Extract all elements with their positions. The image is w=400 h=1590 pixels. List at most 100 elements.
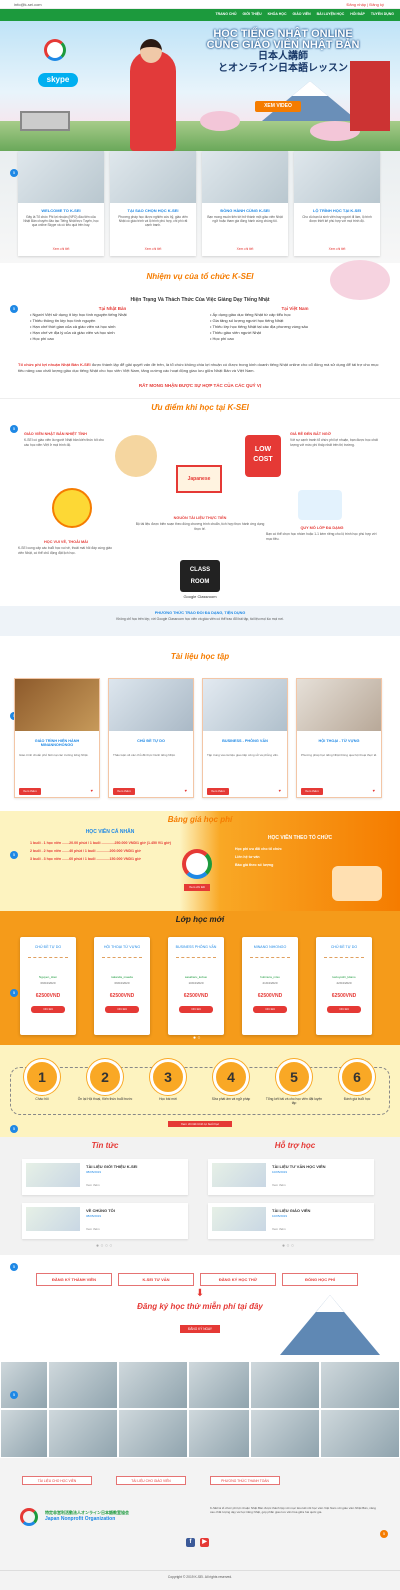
scroll-badge[interactable]: 5 [10,305,18,313]
heart-icon[interactable]: ♥ [373,788,375,793]
scroll-badge[interactable]: 5 [10,169,18,177]
nav-item-teachers[interactable]: GIÁO VIÊN [293,12,311,16]
support-carousel-dots[interactable]: ● ○ ○ [282,1243,294,1249]
pricing-title: Bảng giá học phí [167,815,233,824]
nav-item-faq[interactable]: HỎI ĐÁP [350,12,365,16]
gallery-photo[interactable] [48,1361,118,1409]
class-teacher[interactable]: sasaharu_kobuo [170,975,222,979]
news-more-link[interactable]: Xem thêm [86,1183,100,1187]
news-card[interactable]: TÀI LIỆU GIỚI THIỆU K-SEI 08/05/2019 Xem t… [22,1159,188,1195]
new-classes-section: Lớp học mới 5 CHỦ ĐỀ TỰ DO Nguyen_Hien 09/… [0,911,400,1045]
heart-icon[interactable]: ♥ [185,788,187,793]
class-card[interactable]: HỘI THOẠI TỪ VỰNG takanda_maeda 09/04/2020… [94,937,150,1035]
footer-student-docs-link[interactable]: TÀI LIỆU CHO HỌC VIÊN [22,1476,92,1485]
intro-card-image [18,151,104,203]
scroll-badge[interactable]: 5 [10,1125,18,1133]
back-to-top-button[interactable]: 5 [380,1530,388,1538]
material-card[interactable]: BUSINESS - PHỎNG VẤN Tập trung vào tài l… [202,678,288,798]
intro-card-more-link[interactable]: Xem chi tiết [298,247,376,251]
material-image [297,679,381,731]
nav-item-about[interactable]: GIỚI THIỆU [242,12,261,16]
gallery-photo[interactable] [250,1409,320,1458]
intro-card-more-link[interactable]: Xem chi tiết [22,247,100,251]
teacher-head [140,39,162,63]
intro-card-more-link[interactable]: Xem chi tiết [206,247,284,251]
material-card[interactable]: HỘI THOẠI - TỪ VỰNG Phương pháp học tiến… [296,678,382,798]
flow-step[interactable]: ĐĂNG KÝ HỌC THỬ [200,1273,276,1286]
scroll-badge[interactable]: 5 [10,851,18,859]
flow-step[interactable]: K-SEI TƯ VẤN [118,1273,194,1286]
news-carousel-dots[interactable]: ● ○ ○ ○ [96,1243,112,1249]
gallery-photo[interactable] [118,1361,188,1409]
support-card[interactable]: TÀI LIỆU TƯ VẤN HỌC VIÊN 10/05/2019 Xem th… [208,1159,374,1195]
footer-payment-link[interactable]: PHƯƠNG THỨC THANH TOÁN [210,1476,280,1485]
class-teacher[interactable]: takanda_maeda [96,975,148,979]
mountain-snowcap [292,81,328,96]
class-teacher[interactable]: Nguyen_Hien [22,975,74,979]
footer-teacher-docs-link[interactable]: TÀI LIỆU CHO GIÁO VIÊN [116,1476,186,1485]
nav-item-home[interactable]: TRANG CHỦ [215,12,236,16]
heart-icon[interactable]: ♥ [279,788,281,793]
register-now-button[interactable]: ĐĂNG KÝ NGAY [180,1325,220,1333]
intro-card[interactable]: TẠI SAO CHỌN HỌC K-SEI Phương pháp học đ… [110,151,196,256]
contact-email[interactable]: info@k-sei.com [14,2,42,7]
login-link[interactable]: Đăng nhập [346,2,366,7]
support-card[interactable]: TÀI LIỆU GIÁO VIÊN 10/05/2019 Xem thêm [208,1203,374,1239]
gallery-photo[interactable] [48,1409,118,1458]
gallery-photo[interactable] [0,1361,48,1409]
intro-card[interactable]: LỘ TRÌNH HỌC TẠI K-SEI Cho dù bạn là sin… [294,151,380,256]
support-more-link[interactable]: Xem thêm [272,1183,286,1187]
class-teacher[interactable]: hutimura_miso [244,975,296,979]
news-card[interactable]: VỀ CHÚNG TÔI 08/05/2019 Xem thêm [22,1203,188,1239]
scroll-badge[interactable]: 5 [10,989,18,997]
material-more-button[interactable]: Xem thêm [301,788,323,795]
carousel-dots[interactable]: ● ○ [193,1035,200,1041]
gallery-photo[interactable] [188,1409,250,1458]
gallery-photo[interactable] [0,1409,48,1458]
class-detail-button[interactable]: Chi tiết [253,1006,287,1013]
news-more-link[interactable]: Xem thêm [86,1227,100,1231]
flow-step[interactable]: ĐÓNG HỌC PHÍ [282,1273,358,1286]
class-detail-button[interactable]: Chi tiết [105,1006,139,1013]
scroll-badge[interactable]: 5 [10,1263,18,1271]
material-card[interactable]: CHỦ ĐỀ TỰ DO Thảo luận về các chủ đề thự… [108,678,194,798]
class-card[interactable]: MINANO NIHONGO hutimura_miso 21/04/2020 625… [242,937,298,1035]
support-more-link[interactable]: Xem thêm [272,1227,286,1231]
class-card[interactable]: BUSINESS PHỎNG VẤN sasaharu_kobuo 10/04/20… [168,937,224,1035]
nav-item-courses[interactable]: KHÓA HỌC [268,12,287,16]
gallery-photo[interactable] [250,1361,320,1409]
heart-icon[interactable]: ♥ [91,788,93,793]
material-more-button[interactable]: Xem thêm [19,788,41,795]
material-card[interactable]: GIÁO TRÌNH HIỆN HÀNH MINANNOHONGO Giáo t… [14,678,100,798]
class-detail-button[interactable]: Chi tiết [179,1006,213,1013]
gallery-photo[interactable] [320,1361,400,1409]
class-card[interactable]: CHỦ ĐỀ TỰ DO Nguyen_Hien 09/04/2020 62500VN… [20,937,76,1035]
gallery-photo[interactable] [320,1409,400,1458]
intro-card-more-link[interactable]: Xem chi tiết [114,247,192,251]
class-detail-button[interactable]: Chi tiết [327,1006,361,1013]
class-detail-button[interactable]: Chi tiết [31,1006,65,1013]
youtube-icon[interactable]: ▶ [200,1538,209,1547]
gallery-photo[interactable] [188,1361,250,1409]
scroll-badge[interactable]: 5 [10,1391,18,1399]
intro-card[interactable]: WELCOME TO K-SEI Đây là Tổ chức Phi lợi … [18,151,104,256]
section-divider [0,398,400,399]
class-card[interactable]: CHỦ ĐỀ TỰ DO kazuyoshi_kitano 22/04/2020 62… [316,937,372,1035]
gallery-photo[interactable] [118,1409,188,1458]
nav-item-jobs[interactable]: TUYỂN DỤNG [371,12,394,16]
hero-jp-line1: 日本人講師 [258,51,308,62]
material-more-button[interactable]: Xem thêm [207,788,229,795]
pricing-detail-button[interactable]: Xem chi tiết [184,884,210,891]
class-teacher[interactable]: kazuyoshi_kitano [318,975,370,979]
scroll-badge[interactable]: 5 [10,425,18,433]
facebook-icon[interactable]: f [186,1538,195,1547]
steps-detail-button[interactable]: Xem chi tiết trình tự buổi học [168,1121,232,1127]
feature-communication: PHƯƠNG THỨC TRAO ĐỔI ĐA DẠNG, TIỆN DỤNG K… [20,611,380,622]
nav-item-lessons[interactable]: BÀI LUYỆN HỌC [317,12,345,16]
register-link[interactable]: Đăng ký [369,2,384,7]
price-row: 1 buổi . 1 học viên .......20.00 phút / … [30,841,171,845]
watch-video-button[interactable]: XEM VIDEO [255,101,301,112]
flow-step[interactable]: ĐĂNG KÝ THÀNH VIÊN [36,1273,112,1286]
material-more-button[interactable]: Xem thêm [113,788,135,795]
intro-card[interactable]: ĐỒNG HÀNH CÙNG K-SEI Bạn mong muốn tiến … [202,151,288,256]
